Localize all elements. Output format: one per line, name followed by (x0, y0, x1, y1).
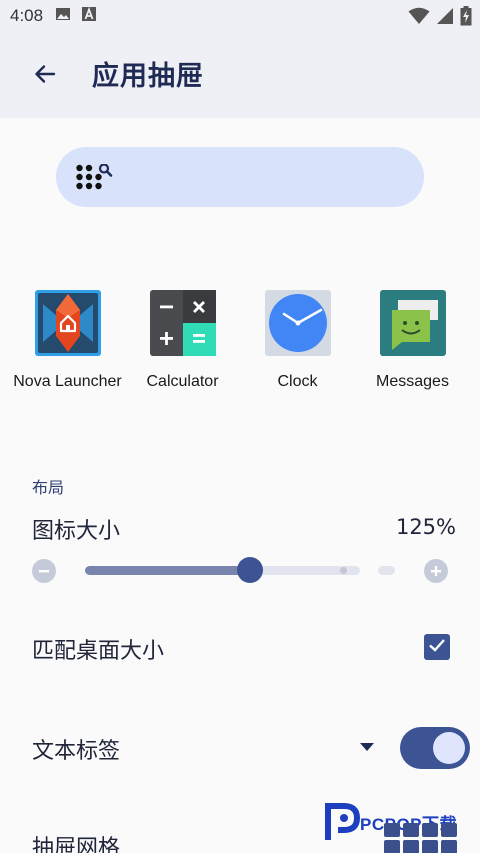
image-icon (55, 6, 71, 26)
page-title: 应用抽屉 (92, 61, 204, 92)
toggle-knob (433, 732, 465, 764)
watermark-p-icon (325, 803, 360, 840)
messages-icon (379, 290, 446, 356)
wifi-icon (408, 7, 430, 29)
arrow-left-icon (33, 62, 57, 90)
icon-size-decrease-button[interactable] (32, 559, 56, 583)
app-calculator[interactable]: Calculator (125, 290, 240, 391)
app-clock[interactable]: Clock (240, 290, 355, 391)
search-dots-icon (76, 163, 116, 194)
app-label: Calculator (146, 373, 219, 390)
slider-tick (340, 567, 347, 574)
search-bar[interactable] (56, 147, 424, 207)
text-labels-toggle[interactable] (400, 727, 470, 769)
app-label: Messages (376, 373, 449, 390)
section-label-layout: 布局 (32, 478, 65, 497)
text-labels-title: 文本标签 (32, 739, 121, 764)
cell-signal-icon (436, 7, 454, 29)
status-time: 4:08 (10, 6, 44, 25)
app-preview-row: Nova Launcher Calculator Clock Messages (0, 290, 480, 400)
nova-launcher-icon (34, 290, 101, 356)
a-notification-icon (81, 6, 97, 26)
battery-charging-icon (460, 6, 472, 30)
plus-icon (429, 561, 443, 581)
app-messages[interactable]: Messages (355, 290, 470, 391)
app-label: Nova Launcher (13, 373, 122, 390)
icon-size-title: 图标大小 (32, 519, 121, 544)
check-icon (427, 635, 447, 659)
watermark-logo: PCPOP下载 (324, 800, 474, 853)
app-label: Clock (277, 373, 318, 390)
app-bar: 应用抽屉 (0, 32, 480, 118)
text-labels-dropdown-icon[interactable] (360, 743, 374, 751)
icon-size-increase-button[interactable] (424, 559, 448, 583)
icon-size-value: 125% (395, 515, 456, 539)
watermark-grid (384, 823, 457, 853)
minus-icon (37, 561, 51, 581)
icon-size-slider-thumb[interactable] (236, 557, 263, 583)
match-desktop-title: 匹配桌面大小 (32, 639, 165, 664)
clock-icon (264, 290, 331, 356)
status-bar: 4:08 (0, 0, 480, 32)
drawer-grid-title[interactable]: 抽屉网格 (32, 830, 120, 853)
match-desktop-checkbox[interactable] (424, 634, 450, 660)
slider-track-end (378, 566, 395, 575)
app-nova-launcher[interactable]: Nova Launcher (10, 290, 125, 391)
calculator-icon (149, 290, 216, 356)
back-button[interactable] (28, 59, 62, 93)
slider-track-active (85, 566, 250, 575)
